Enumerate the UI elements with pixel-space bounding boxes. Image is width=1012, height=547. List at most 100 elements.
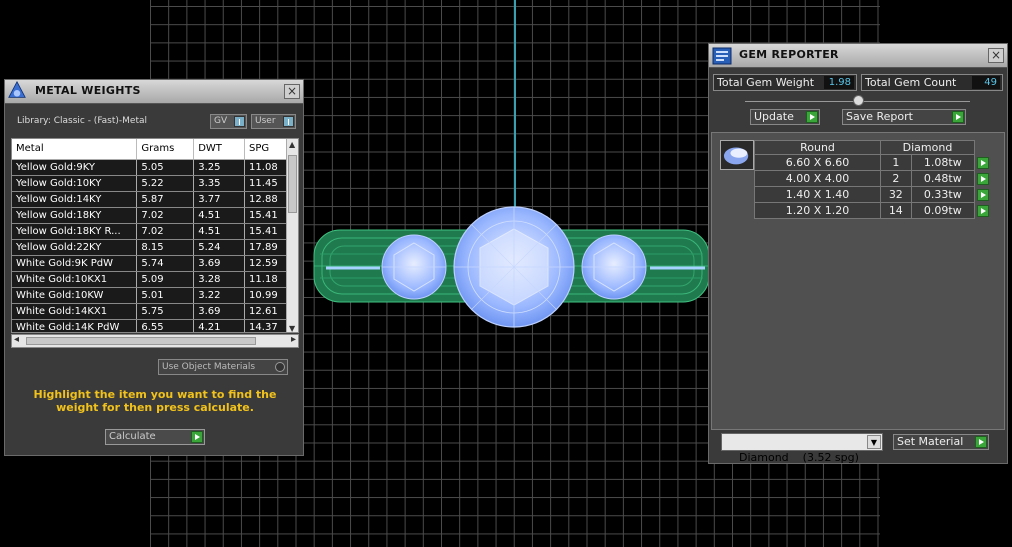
round-gem-icon[interactable]: [720, 140, 754, 170]
column-header-spg[interactable]: SPG: [244, 139, 288, 160]
table-cell-metal: White Gold:9K PdW: [12, 255, 138, 272]
column-header-grams[interactable]: Grams: [136, 139, 195, 160]
table-cell-grams: 7.02: [136, 207, 195, 224]
play-icon[interactable]: [191, 431, 203, 443]
scroll-up-icon[interactable]: ▲: [289, 140, 295, 149]
table-cell-grams: 5.05: [136, 159, 195, 176]
dropdown-arrow-icon[interactable]: ▼: [867, 435, 881, 449]
table-row[interactable]: White Gold:10KX1 5.09 3.28 11.18: [12, 271, 288, 288]
gem-row[interactable]: 6.60 X 6.60 1 1.08tw: [754, 154, 993, 171]
table-cell-dwt: 3.77: [193, 191, 246, 208]
table-cell-dwt: 5.24: [193, 239, 246, 256]
table-row[interactable]: White Gold:14KX1 5.75 3.69 12.61: [12, 303, 288, 320]
gem-row-select-button[interactable]: [975, 203, 993, 219]
play-icon[interactable]: [975, 436, 987, 448]
table-cell-grams: 5.87: [136, 191, 195, 208]
metal-weights-titlebar[interactable]: METAL WEIGHTS ×: [5, 80, 303, 104]
table-cell-dwt: 4.51: [193, 207, 246, 224]
table-row[interactable]: Yellow Gold:9KY 5.05 3.25 11.08: [12, 159, 288, 176]
play-icon[interactable]: [977, 156, 989, 169]
vertical-scroll-thumb[interactable]: [288, 155, 297, 213]
instruction-text: Highlight the item you want to find the …: [33, 388, 277, 414]
calculate-button[interactable]: Calculate: [105, 429, 205, 445]
gem-row[interactable]: 4.00 X 4.00 2 0.48tw: [754, 170, 993, 187]
table-cell-metal: Yellow Gold:22KY: [12, 239, 138, 256]
gem-cell-size: 1.40 X 1.40: [754, 186, 881, 203]
table-row[interactable]: Yellow Gold:14KY 5.87 3.77 12.88: [12, 191, 288, 208]
gem-cell-count: 2: [880, 170, 912, 187]
table-cell-grams: 5.75: [136, 303, 195, 320]
table-cell-grams: 6.55: [136, 319, 195, 332]
update-button[interactable]: Update: [750, 109, 820, 125]
gem-row[interactable]: 1.40 X 1.40 32 0.33tw: [754, 186, 993, 203]
metal-weights-title: METAL WEIGHTS: [35, 84, 141, 97]
play-icon[interactable]: [977, 204, 989, 217]
total-gem-weight-label: Total Gem Weight: [717, 76, 815, 89]
column-header-dwt[interactable]: DWT: [193, 139, 246, 160]
table-cell-spg: 14.37: [244, 319, 288, 332]
slider-knob[interactable]: [853, 95, 864, 106]
gem-cell-count: 1: [880, 154, 912, 171]
total-gem-count-value: 49: [972, 76, 1000, 89]
gem-cell-count: 32: [880, 186, 912, 203]
gem-row-select-button[interactable]: [975, 187, 993, 203]
play-icon[interactable]: [952, 111, 964, 123]
gem-reporter-titlebar[interactable]: GEM REPORTER ×: [709, 44, 1007, 68]
gem-cell-weight: 0.48tw: [910, 170, 976, 187]
save-report-button[interactable]: Save Report: [842, 109, 966, 125]
play-icon[interactable]: [977, 172, 989, 185]
total-gem-weight-value: 1.98: [824, 76, 854, 89]
table-cell-grams: 7.02: [136, 223, 195, 240]
gem-row-select-button[interactable]: [975, 171, 993, 187]
table-cell-grams: 5.22: [136, 175, 195, 192]
metal-weights-panel: METAL WEIGHTS × Library: Classic - (Fast…: [4, 79, 304, 456]
horizontal-scroll-thumb[interactable]: [26, 337, 256, 345]
user-label: User: [255, 116, 276, 126]
use-object-materials-option[interactable]: Use Object Materials: [158, 359, 288, 375]
table-row[interactable]: Yellow Gold:18KY 7.02 4.51 15.41: [12, 207, 288, 224]
table-row[interactable]: White Gold:9K PdW 5.74 3.69 12.59: [12, 255, 288, 272]
table-cell-spg: 11.45: [244, 175, 288, 192]
table-row[interactable]: Yellow Gold:18KY R... 7.02 4.51 15.41: [12, 223, 288, 240]
gem-list-area: Round Diamond 6.60 X 6.60 1 1.08tw 4.00 X 4…: [711, 132, 1005, 430]
user-toggle[interactable]: User: [251, 114, 296, 129]
table-cell-metal: White Gold:14K PdW: [12, 319, 138, 332]
metal-weights-table: Metal Grams DWT SPG Yellow Gold:9KY 5.05 3…: [11, 138, 299, 333]
gem-row[interactable]: 1.20 X 1.20 14 0.09tw: [754, 202, 993, 219]
set-material-button[interactable]: Set Material: [893, 434, 989, 450]
update-label: Update: [754, 110, 794, 123]
scroll-down-icon[interactable]: ▼: [289, 324, 295, 332]
close-icon[interactable]: ×: [988, 48, 1004, 63]
metal-table-horizontal-scrollbar[interactable]: ◂ ▸: [11, 334, 299, 348]
gem-row-select-button[interactable]: [975, 155, 993, 171]
table-cell-dwt: 4.51: [193, 223, 246, 240]
table-cell-grams: 5.09: [136, 271, 195, 288]
total-gem-weight-field: Total Gem Weight 1.98: [713, 74, 857, 91]
gem-cell-count: 14: [880, 202, 912, 219]
scroll-right-icon[interactable]: ▸: [291, 334, 296, 345]
gem-cell-size: 1.20 X 1.20: [754, 202, 881, 219]
scroll-left-icon[interactable]: ◂: [14, 334, 19, 345]
table-cell-metal: Yellow Gold:18KY: [12, 207, 138, 224]
metal-weights-app-icon: [8, 81, 26, 98]
table-cell-dwt: 3.69: [193, 255, 246, 272]
gv-label: GV: [214, 116, 228, 126]
material-select[interactable]: Diamond (3.52 spg) ▼: [721, 433, 883, 464]
play-icon[interactable]: [977, 188, 989, 201]
table-cell-dwt: 3.35: [193, 175, 246, 192]
table-cell-spg: 15.41: [244, 223, 288, 240]
column-header-metal[interactable]: Metal: [12, 139, 138, 160]
table-row[interactable]: Yellow Gold:22KY 8.15 5.24 17.89: [12, 239, 288, 256]
close-icon[interactable]: ×: [284, 84, 300, 99]
use-object-materials-radio[interactable]: [275, 362, 285, 372]
play-icon[interactable]: [806, 111, 818, 123]
gem-cell-weight: 1.08tw: [910, 154, 976, 171]
table-cell-spg: 17.89: [244, 239, 288, 256]
table-row[interactable]: Yellow Gold:10KY 5.22 3.35 11.45: [12, 175, 288, 192]
table-row[interactable]: White Gold:10KW 5.01 3.22 10.99: [12, 287, 288, 304]
gv-toggle[interactable]: GV: [210, 114, 247, 129]
gem-cell-size: 6.60 X 6.60: [754, 154, 881, 171]
gem-cell-size: 4.00 X 4.00: [754, 170, 881, 187]
metal-table-vertical-scrollbar[interactable]: ▲ ▼: [286, 139, 298, 332]
table-row[interactable]: White Gold:14K PdW 6.55 4.21 14.37: [12, 319, 288, 332]
